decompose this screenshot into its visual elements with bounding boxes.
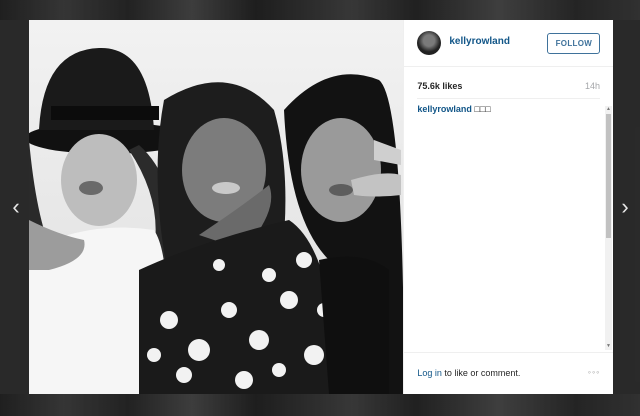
post-footer: Log in to like or comment. ◦◦◦ (404, 352, 614, 395)
login-prompt-text: to like or comment. (441, 368, 521, 378)
follow-button[interactable]: FOLLOW (547, 33, 601, 54)
caption-username-link[interactable]: kellyrowland (417, 104, 472, 114)
scroll-up-icon[interactable]: ▲ (605, 106, 612, 113)
photo-illustration (29, 47, 404, 394)
caption-text: □□□ (474, 104, 491, 114)
avatar[interactable] (417, 31, 442, 55)
previous-post-button[interactable]: ‹ (8, 196, 24, 218)
likes-count[interactable]: 75.6k likes (417, 81, 462, 91)
post-side-panel: kellyrowland FOLLOW 75.6k likes 14h kell… (403, 20, 614, 395)
username-link[interactable]: kellyrowland (449, 36, 510, 47)
post-photo[interactable] (29, 20, 404, 394)
scroll-down-icon[interactable]: ▼ (605, 343, 612, 350)
scrollbar-thumb[interactable] (606, 114, 611, 238)
divider (417, 98, 601, 99)
comments-scrollbar[interactable]: ▲ ▼ (605, 106, 612, 350)
next-post-button[interactable]: › (617, 196, 633, 218)
post-modal: kellyrowland FOLLOW 75.6k likes 14h kell… (29, 20, 614, 395)
post-timestamp[interactable]: 14h (585, 81, 600, 91)
post-header: kellyrowland FOLLOW (404, 20, 614, 67)
login-prompt: Log in to like or comment. (417, 368, 520, 378)
more-options-icon[interactable]: ◦◦◦ (588, 367, 601, 377)
post-caption: kellyrowland □□□ (417, 104, 490, 114)
login-link[interactable]: Log in (417, 368, 442, 378)
